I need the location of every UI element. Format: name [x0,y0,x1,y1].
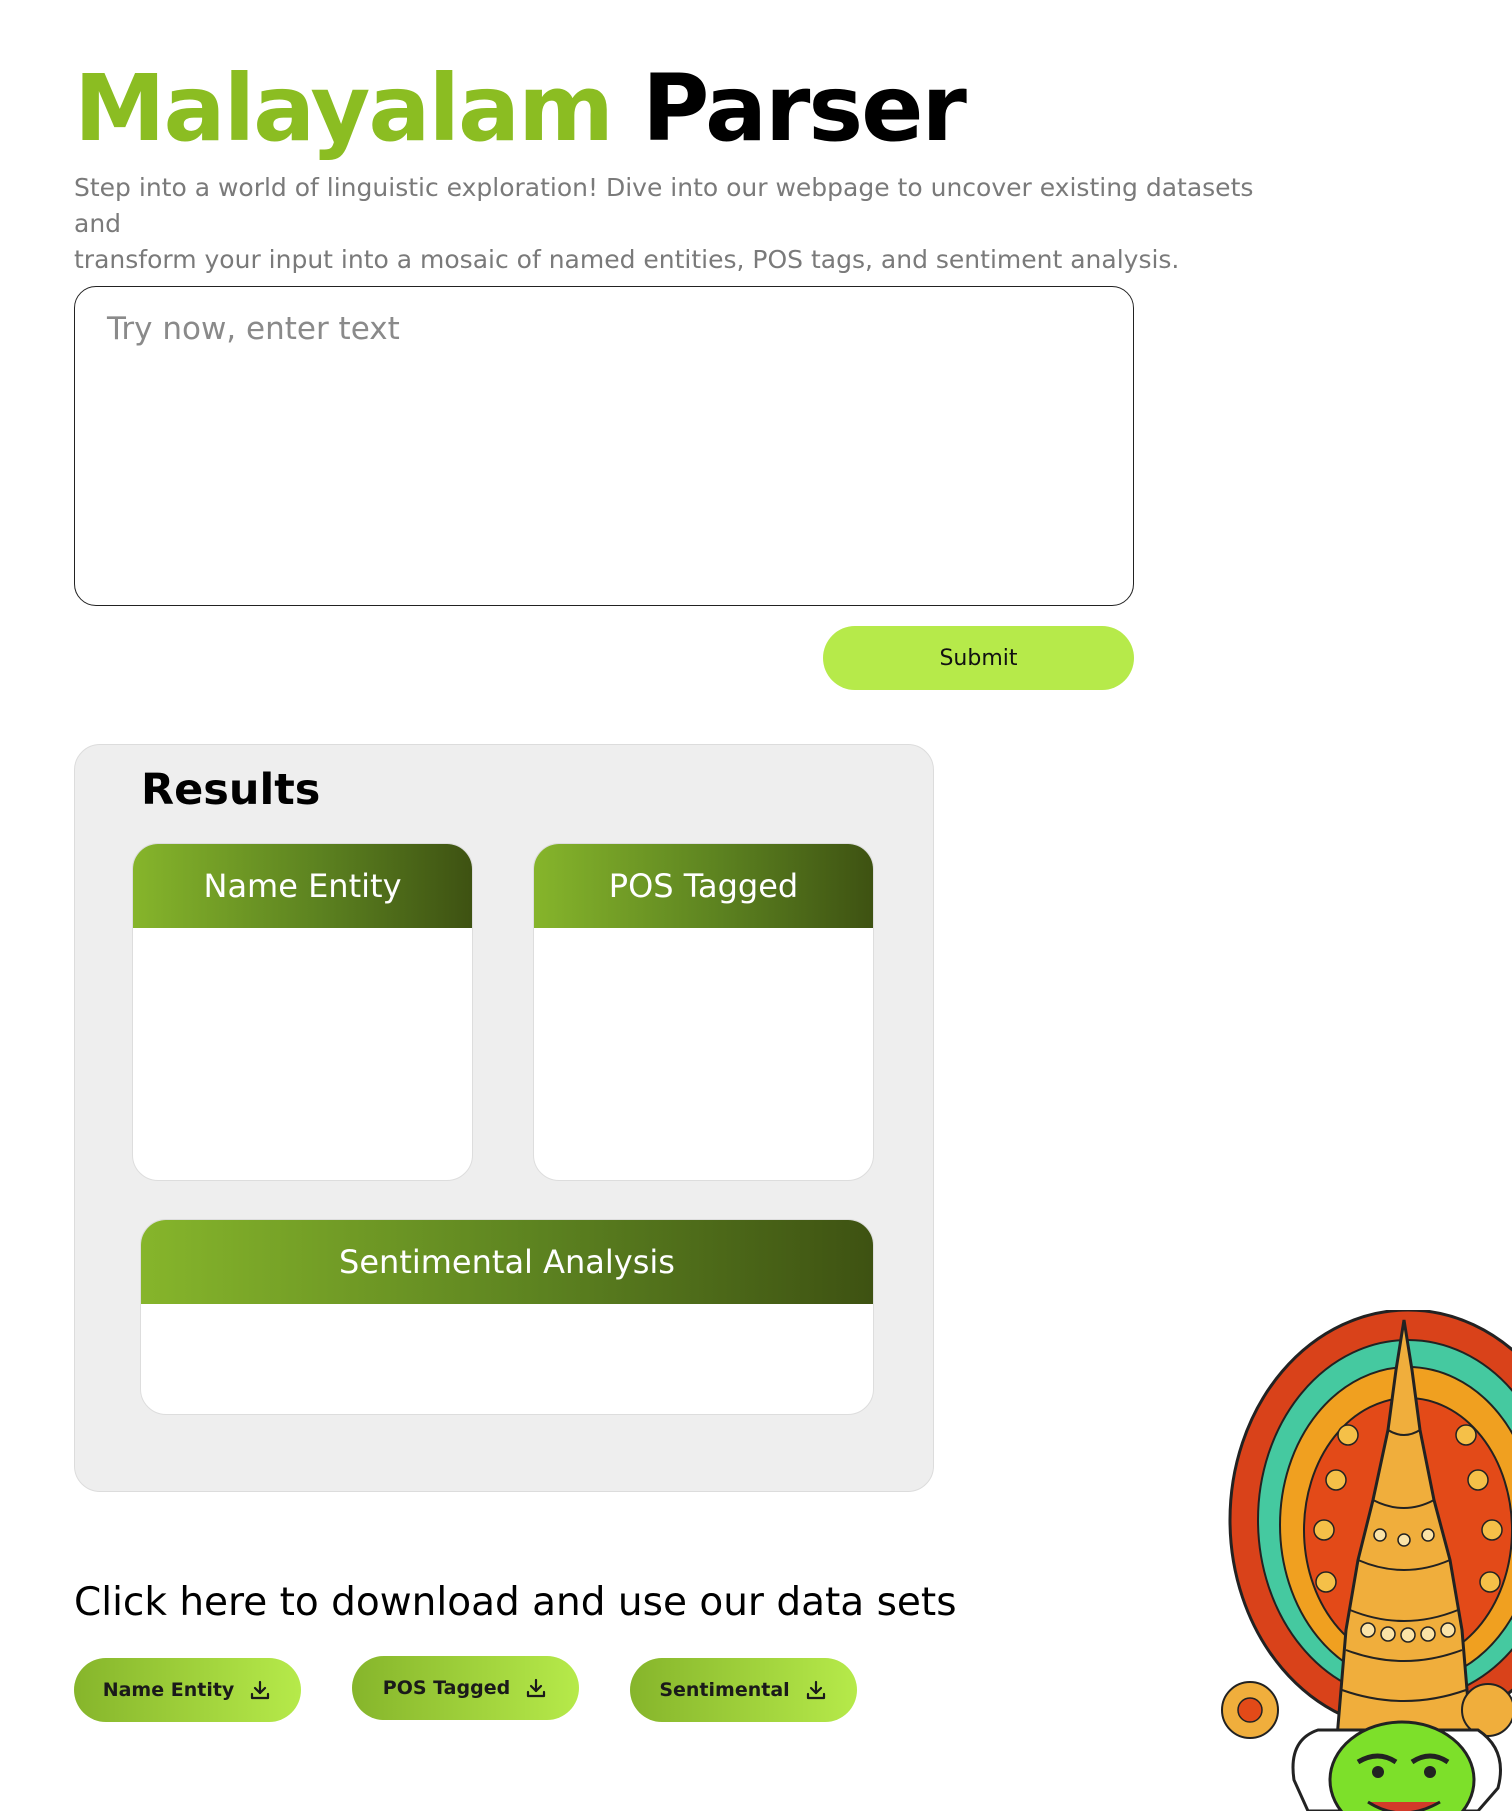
download-name-entity-label: Name Entity [102,1679,235,1701]
download-sentimental-button[interactable]: Sentimental [630,1658,857,1722]
download-heading: Click here to download and use our data … [74,1580,957,1625]
subtitle-line-1: Step into a world of linguistic explorat… [74,173,1254,238]
results-title: Results [141,765,321,815]
sentiment-analysis-card-header: Sentimental Analysis [141,1220,873,1304]
page-title: Malayalam Parser [74,55,967,162]
download-name-entity-button[interactable]: Name Entity [74,1658,301,1722]
submit-button[interactable]: Submit [823,626,1134,690]
pos-tagged-card-header: POS Tagged [534,844,873,928]
subtitle-line-2: transform your input into a mosaic of na… [74,245,1180,274]
download-icon [251,1680,270,1700]
name-entity-card-header: Name Entity [133,844,472,928]
kathakali-illustration [1221,1310,1512,1811]
title-malayalam: Malayalam [74,55,614,162]
name-entity-card: Name Entity [132,843,473,1181]
sentiment-analysis-card: Sentimental Analysis [140,1219,874,1415]
text-input[interactable] [74,286,1134,606]
page-subtitle: Step into a world of linguistic explorat… [74,170,1274,278]
title-parser: Parser [641,55,967,162]
download-icon [806,1680,825,1700]
download-icon [527,1678,546,1698]
download-pos-tagged-label: POS Tagged [382,1677,511,1699]
download-sentimental-label: Sentimental [659,1679,790,1701]
download-pos-tagged-button[interactable]: POS Tagged [352,1656,579,1720]
results-panel: Results Name Entity POS Tagged Sentiment… [74,744,934,1492]
pos-tagged-card: POS Tagged [533,843,874,1181]
